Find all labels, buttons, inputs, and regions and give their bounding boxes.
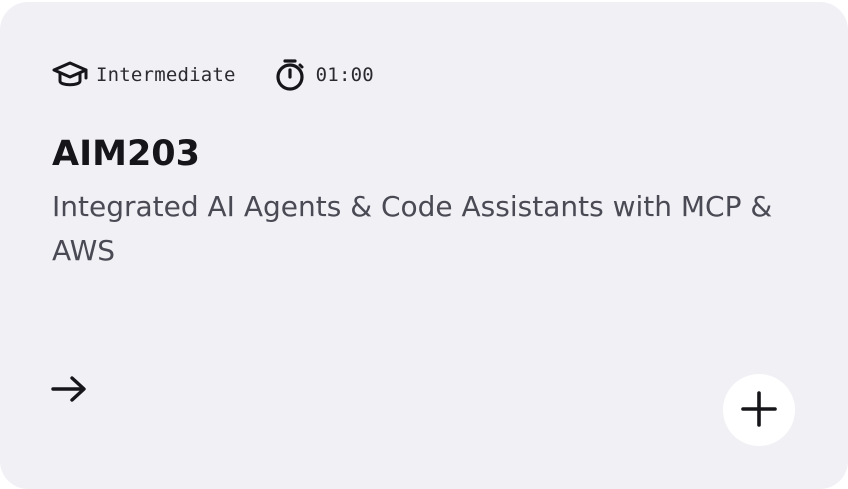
duration-tag: 01:00 — [274, 58, 374, 92]
graduation-cap-icon — [52, 58, 96, 92]
session-code: AIM203 — [52, 134, 200, 174]
stopwatch-icon — [274, 58, 316, 92]
session-card[interactable]: Intermediate 01:00 AIM203 Integrated AI … — [0, 2, 848, 489]
session-title: Integrated AI Agents & Code Assistants w… — [52, 190, 773, 267]
level-label: Intermediate — [96, 64, 236, 86]
plus-icon — [740, 390, 778, 431]
arrow-right-icon — [50, 374, 88, 408]
level-tag: Intermediate — [52, 58, 236, 92]
duration-label: 01:00 — [315, 64, 374, 86]
add-session-button[interactable] — [723, 374, 795, 446]
open-session-link[interactable] — [50, 372, 92, 410]
session-meta: Intermediate 01:00 — [52, 58, 374, 92]
